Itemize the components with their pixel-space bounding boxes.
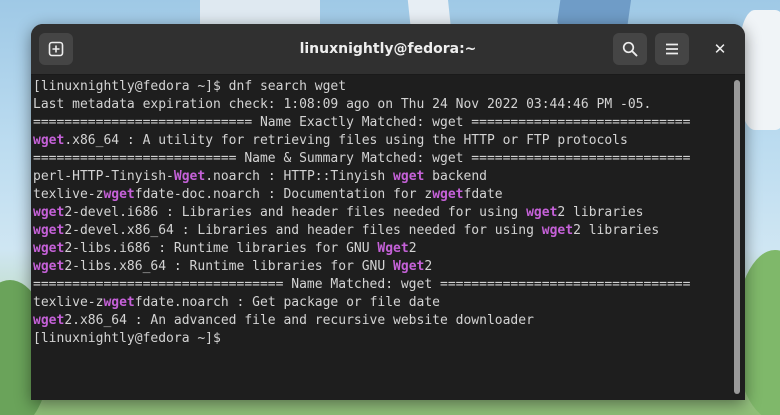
terminal-line: ============================ Name Exactl… [33, 114, 745, 132]
terminal-text: 2-devel.i686 : Libraries and header file… [64, 205, 527, 220]
terminal-text: Last metadata expiration check: 1:08:09 … [33, 97, 652, 112]
terminal-line: wget2-libs.i686 : Runtime libraries for … [33, 240, 745, 258]
terminal-line: [linuxnightly@fedora ~]$ dnf search wget [33, 78, 745, 96]
terminal-line: wget2-devel.i686 : Libraries and header … [33, 204, 745, 222]
terminal-text: ========================== Name & Summar… [33, 151, 691, 166]
match-highlight: wget [33, 313, 65, 328]
terminal-text: ================================ Name Ma… [33, 277, 691, 292]
match-highlight: wget [103, 187, 135, 202]
terminal-text: fdate.noarch : Get package or file date [134, 295, 441, 310]
match-highlight: wget [541, 223, 574, 238]
plus-in-square-icon [48, 41, 64, 57]
match-highlight: wget [33, 223, 65, 238]
terminal-line: texlive-zwgetfdate.noarch : Get package … [33, 294, 745, 312]
close-icon: ✕ [713, 40, 727, 58]
terminal-text: 2 [408, 241, 417, 256]
terminal-text: .x86_64 : A utility for retrieving files… [64, 133, 628, 148]
match-highlight: wget [33, 133, 65, 148]
terminal-text: fdate-doc.noarch : Documentation for z [134, 187, 433, 202]
main-menu-button[interactable] [655, 33, 689, 65]
hamburger-menu-icon [666, 43, 678, 55]
match-highlight: wget [33, 241, 65, 256]
terminal-text: 2.x86_64 : An advanced file and recursiv… [64, 313, 534, 328]
terminal-line: wget.x86_64 : A utility for retrieving f… [33, 132, 745, 150]
wallpaper-shape [740, 10, 780, 130]
terminal-text: perl-HTTP-Tinyish- [33, 169, 174, 184]
new-tab-button[interactable] [39, 33, 73, 65]
terminal-line: perl-HTTP-Tinyish-Wget.noarch : HTTP::Ti… [33, 168, 745, 186]
search-button[interactable] [613, 33, 647, 65]
terminal-text: [linuxnightly@fedora ~]$ dnf search wget [33, 79, 347, 94]
terminal-text: backend [424, 169, 487, 184]
terminal-text: 2-libs.i686 : Runtime libraries for GNU [64, 241, 378, 256]
match-highlight: Wget [377, 241, 409, 256]
match-highlight: wget [33, 205, 65, 220]
terminal-line: wget2-libs.x86_64 : Runtime libraries fo… [33, 258, 745, 276]
match-highlight: wget [33, 259, 65, 274]
match-highlight: wget [103, 295, 135, 310]
terminal-scrollbar[interactable] [734, 80, 740, 394]
terminal-text: [linuxnightly@fedora ~]$ [33, 331, 229, 346]
terminal-text: ============================ Name Exactl… [33, 115, 691, 130]
terminal-line: Last metadata expiration check: 1:08:09 … [33, 96, 745, 114]
terminal-text: 2 libraries [557, 205, 644, 220]
header-bar: linuxnightly@fedora:~ ✕ [31, 24, 745, 75]
terminal-line: wget2-devel.x86_64 : Libraries and heade… [33, 222, 745, 240]
match-highlight: wget [393, 169, 425, 184]
terminal-line: texlive-zwgetfdate-doc.noarch : Document… [33, 186, 745, 204]
close-button[interactable]: ✕ [703, 33, 737, 65]
terminal-line: [linuxnightly@fedora ~]$ [33, 330, 745, 348]
terminal-text: texlive-z [33, 295, 104, 310]
terminal-line: ========================== Name & Summar… [33, 150, 745, 168]
terminal-text: texlive-z [33, 187, 104, 202]
terminal-text: 2-libs.x86_64 : Runtime libraries for GN… [64, 259, 394, 274]
terminal-text: 2 [424, 259, 433, 274]
search-icon [622, 41, 638, 57]
match-highlight: Wget [393, 259, 425, 274]
terminal-text: .noarch : HTTP::Tinyish [205, 169, 394, 184]
match-highlight: wget [526, 205, 558, 220]
terminal-text: 2-devel.x86_64 : Libraries and header fi… [64, 223, 542, 238]
terminal-line: wget2.x86_64 : An advanced file and recu… [33, 312, 745, 330]
terminal-line: ================================ Name Ma… [33, 276, 745, 294]
match-highlight: Wget [173, 169, 206, 184]
terminal-window: linuxnightly@fedora:~ ✕ [linuxnightly@fe… [31, 24, 745, 400]
match-highlight: wget [432, 187, 464, 202]
terminal-text: fdate [463, 187, 503, 202]
terminal-output[interactable]: [linuxnightly@fedora ~]$ dnf search wget… [31, 75, 745, 400]
terminal-text: 2 libraries [573, 223, 660, 238]
